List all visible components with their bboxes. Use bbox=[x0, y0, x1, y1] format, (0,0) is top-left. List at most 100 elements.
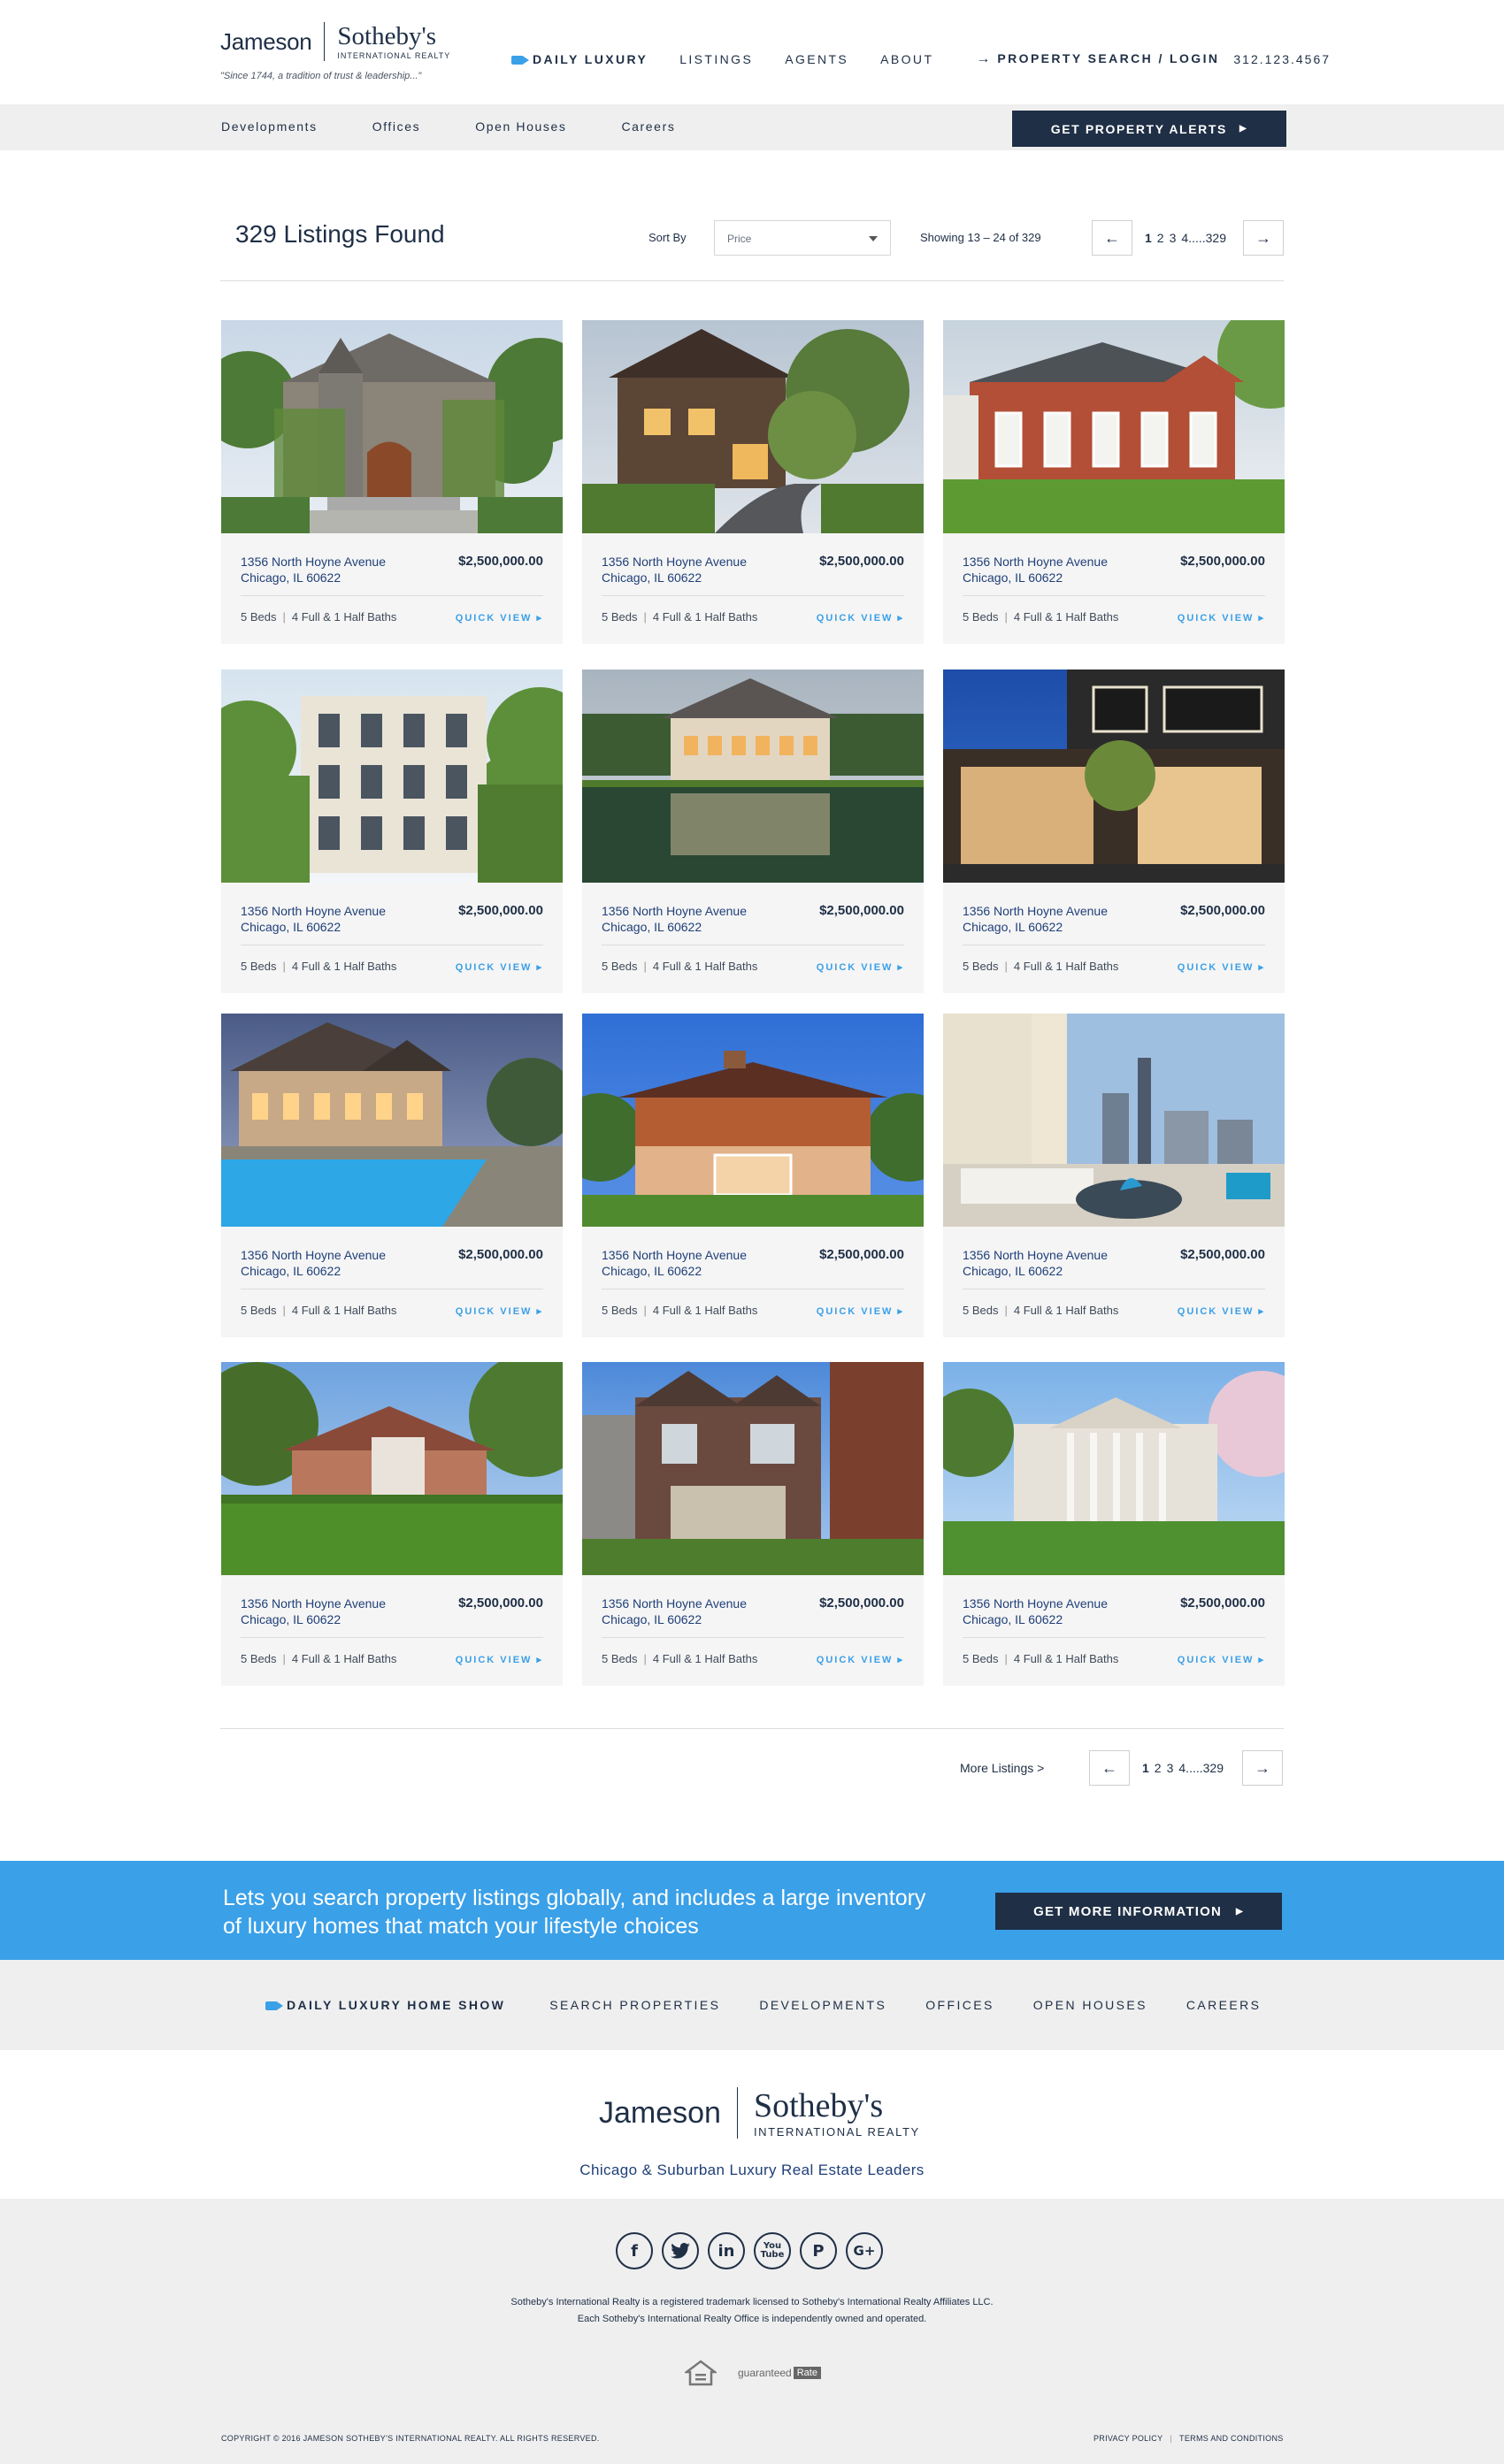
listing-address[interactable]: 1356 North Hoyne Avenue Chicago, IL 6062… bbox=[963, 554, 1108, 585]
listing-address[interactable]: 1356 North Hoyne Avenue Chicago, IL 6062… bbox=[241, 554, 386, 585]
sort-select[interactable]: Price bbox=[714, 220, 891, 256]
phone-number[interactable]: 312.123.4567 bbox=[1233, 52, 1331, 66]
listing-photo[interactable] bbox=[943, 320, 1285, 533]
linkedin-icon[interactable]: in bbox=[708, 2232, 745, 2269]
youtube-icon[interactable]: You Tube bbox=[754, 2232, 791, 2269]
nav-listings[interactable]: LISTINGS bbox=[679, 52, 753, 66]
get-more-information-button[interactable]: GET MORE INFORMATION ▶ bbox=[995, 1893, 1282, 1930]
listing-address[interactable]: 1356 North Hoyne Avenue Chicago, IL 6062… bbox=[963, 1247, 1108, 1279]
page-link[interactable]: 3 bbox=[1167, 1761, 1174, 1775]
subnav-open-houses[interactable]: Open Houses bbox=[475, 119, 566, 134]
prev-page-button[interactable]: ← bbox=[1092, 220, 1132, 256]
page-link[interactable]: 3 bbox=[1170, 231, 1177, 245]
facebook-icon[interactable]: f bbox=[616, 2232, 653, 2269]
listing-photo[interactable] bbox=[943, 670, 1285, 883]
terms-link[interactable]: TERMS AND CONDITIONS bbox=[1179, 2434, 1284, 2443]
prev-page-button[interactable]: ← bbox=[1089, 1750, 1130, 1786]
listing-photo[interactable] bbox=[582, 320, 924, 533]
pinterest-icon[interactable]: P bbox=[800, 2232, 837, 2269]
footer-show-label: DAILY LUXURY HOME SHOW bbox=[287, 1998, 506, 2012]
subnav-careers[interactable]: Careers bbox=[621, 119, 675, 134]
listing-card[interactable]: 1356 North Hoyne Avenue Chicago, IL 6062… bbox=[221, 1014, 563, 1337]
quick-view-link[interactable]: QUICK VIEW ▸ bbox=[817, 961, 904, 973]
listing-address[interactable]: 1356 North Hoyne Avenue Chicago, IL 6062… bbox=[241, 1247, 386, 1279]
privacy-policy-link[interactable]: PRIVACY POLICY bbox=[1093, 2434, 1163, 2443]
quick-view-link[interactable]: QUICK VIEW ▸ bbox=[456, 1305, 543, 1317]
more-listings-link[interactable]: More Listings > bbox=[960, 1761, 1044, 1775]
listing-address[interactable]: 1356 North Hoyne Avenue Chicago, IL 6062… bbox=[602, 1595, 747, 1627]
listing-card[interactable]: 1356 North Hoyne Avenue Chicago, IL 6062… bbox=[582, 320, 924, 644]
quick-view-link[interactable]: QUICK VIEW ▸ bbox=[1178, 1654, 1265, 1665]
footer-search-properties[interactable]: SEARCH PROPERTIES bbox=[549, 1998, 720, 2012]
nav-daily-luxury[interactable]: DAILY LUXURY bbox=[511, 52, 648, 66]
listing-address-line1: 1356 North Hoyne Avenue bbox=[241, 904, 386, 918]
listing-card[interactable]: 1356 North Hoyne Avenue Chicago, IL 6062… bbox=[221, 1362, 563, 1686]
nav-about[interactable]: ABOUT bbox=[880, 52, 933, 66]
twitter-icon[interactable] bbox=[662, 2232, 699, 2269]
quick-view-link[interactable]: QUICK VIEW ▸ bbox=[817, 1654, 904, 1665]
specs-divider: | bbox=[643, 610, 647, 624]
quick-view-link[interactable]: QUICK VIEW ▸ bbox=[817, 612, 904, 624]
footer-daily-luxury-home-show[interactable]: DAILY LUXURY HOME SHOW bbox=[265, 1998, 505, 2012]
footer-developments[interactable]: DEVELOPMENTS bbox=[759, 1998, 886, 2012]
listing-photo[interactable] bbox=[221, 1362, 563, 1575]
listing-photo[interactable] bbox=[582, 1362, 924, 1575]
listing-address[interactable]: 1356 North Hoyne Avenue Chicago, IL 6062… bbox=[241, 1595, 386, 1627]
quick-view-link[interactable]: QUICK VIEW ▸ bbox=[456, 612, 543, 624]
listing-address[interactable]: 1356 North Hoyne Avenue Chicago, IL 6062… bbox=[963, 903, 1108, 935]
listing-card[interactable]: 1356 North Hoyne Avenue Chicago, IL 6062… bbox=[582, 1014, 924, 1337]
quick-view-link[interactable]: QUICK VIEW ▸ bbox=[456, 1654, 543, 1665]
footer-brand-logo[interactable]: Jameson Sotheby's INTERNATIONAL REALTY bbox=[599, 2087, 920, 2139]
listing-beds: 5 Beds bbox=[241, 610, 277, 624]
listing-photo[interactable] bbox=[582, 1014, 924, 1227]
page-link[interactable]: 2 bbox=[1155, 1761, 1162, 1775]
page-link[interactable]: 2 bbox=[1157, 231, 1164, 245]
listing-card[interactable]: 1356 North Hoyne Avenue Chicago, IL 6062… bbox=[943, 670, 1285, 993]
listing-card[interactable]: 1356 North Hoyne Avenue Chicago, IL 6062… bbox=[943, 1362, 1285, 1686]
listing-baths: 4 Full & 1 Half Baths bbox=[1013, 610, 1119, 624]
page-link[interactable]: 1 bbox=[1142, 1761, 1149, 1775]
nav-property-search-login[interactable]: → PROPERTY SEARCH / LOGIN bbox=[976, 51, 1219, 67]
get-property-alerts-button[interactable]: GET PROPERTY ALERTS ▶ bbox=[1012, 111, 1286, 147]
listing-card[interactable]: 1356 North Hoyne Avenue Chicago, IL 6062… bbox=[221, 320, 563, 644]
specs-divider: | bbox=[1004, 1304, 1008, 1317]
brand-logo[interactable]: Jameson Sotheby's INTERNATIONAL REALTY bbox=[220, 21, 450, 62]
nav-agents[interactable]: AGENTS bbox=[785, 52, 848, 66]
listing-address[interactable]: 1356 North Hoyne Avenue Chicago, IL 6062… bbox=[602, 1247, 747, 1279]
subnav-offices[interactable]: Offices bbox=[372, 119, 421, 134]
listing-baths: 4 Full & 1 Half Baths bbox=[1013, 1304, 1119, 1317]
quick-view-link[interactable]: QUICK VIEW ▸ bbox=[456, 961, 543, 973]
page-link[interactable]: 1 bbox=[1145, 231, 1152, 245]
listing-address[interactable]: 1356 North Hoyne Avenue Chicago, IL 6062… bbox=[602, 554, 747, 585]
listing-card[interactable]: 1356 North Hoyne Avenue Chicago, IL 6062… bbox=[582, 670, 924, 993]
listing-address[interactable]: 1356 North Hoyne Avenue Chicago, IL 6062… bbox=[241, 903, 386, 935]
listing-beds: 5 Beds bbox=[963, 1652, 999, 1665]
listing-card[interactable]: 1356 North Hoyne Avenue Chicago, IL 6062… bbox=[943, 320, 1285, 644]
quick-view-link[interactable]: QUICK VIEW ▸ bbox=[1178, 961, 1265, 973]
listing-photo[interactable] bbox=[943, 1014, 1285, 1227]
google-plus-icon[interactable]: G+ bbox=[846, 2232, 883, 2269]
subnav-developments[interactable]: Developments bbox=[221, 119, 318, 134]
listing-photo[interactable] bbox=[943, 1362, 1285, 1575]
guaranteed-rate-badge[interactable]: guaranteed Rate bbox=[738, 2367, 821, 2379]
listing-photo[interactable] bbox=[221, 320, 563, 533]
footer-careers[interactable]: CAREERS bbox=[1186, 1998, 1261, 2012]
listing-card[interactable]: 1356 North Hoyne Avenue Chicago, IL 6062… bbox=[221, 670, 563, 993]
page-link[interactable]: 4.....329 bbox=[1181, 231, 1226, 245]
quick-view-link[interactable]: QUICK VIEW ▸ bbox=[817, 1305, 904, 1317]
listing-card[interactable]: 1356 North Hoyne Avenue Chicago, IL 6062… bbox=[943, 1014, 1285, 1337]
quick-view-link[interactable]: QUICK VIEW ▸ bbox=[1178, 612, 1265, 624]
listing-address[interactable]: 1356 North Hoyne Avenue Chicago, IL 6062… bbox=[602, 903, 747, 935]
footer-offices[interactable]: OFFICES bbox=[925, 1998, 994, 2012]
listing-photo[interactable] bbox=[221, 670, 563, 883]
listing-baths: 4 Full & 1 Half Baths bbox=[291, 1652, 397, 1665]
next-page-button[interactable]: → bbox=[1242, 1750, 1283, 1786]
listing-address[interactable]: 1356 North Hoyne Avenue Chicago, IL 6062… bbox=[963, 1595, 1108, 1627]
listing-photo[interactable] bbox=[221, 1014, 563, 1227]
next-page-button[interactable]: → bbox=[1243, 220, 1284, 256]
listing-card[interactable]: 1356 North Hoyne Avenue Chicago, IL 6062… bbox=[582, 1362, 924, 1686]
footer-open-houses[interactable]: OPEN HOUSES bbox=[1033, 1998, 1147, 2012]
quick-view-link[interactable]: QUICK VIEW ▸ bbox=[1178, 1305, 1265, 1317]
page-link[interactable]: 4.....329 bbox=[1178, 1761, 1224, 1775]
listing-photo[interactable] bbox=[582, 670, 924, 883]
